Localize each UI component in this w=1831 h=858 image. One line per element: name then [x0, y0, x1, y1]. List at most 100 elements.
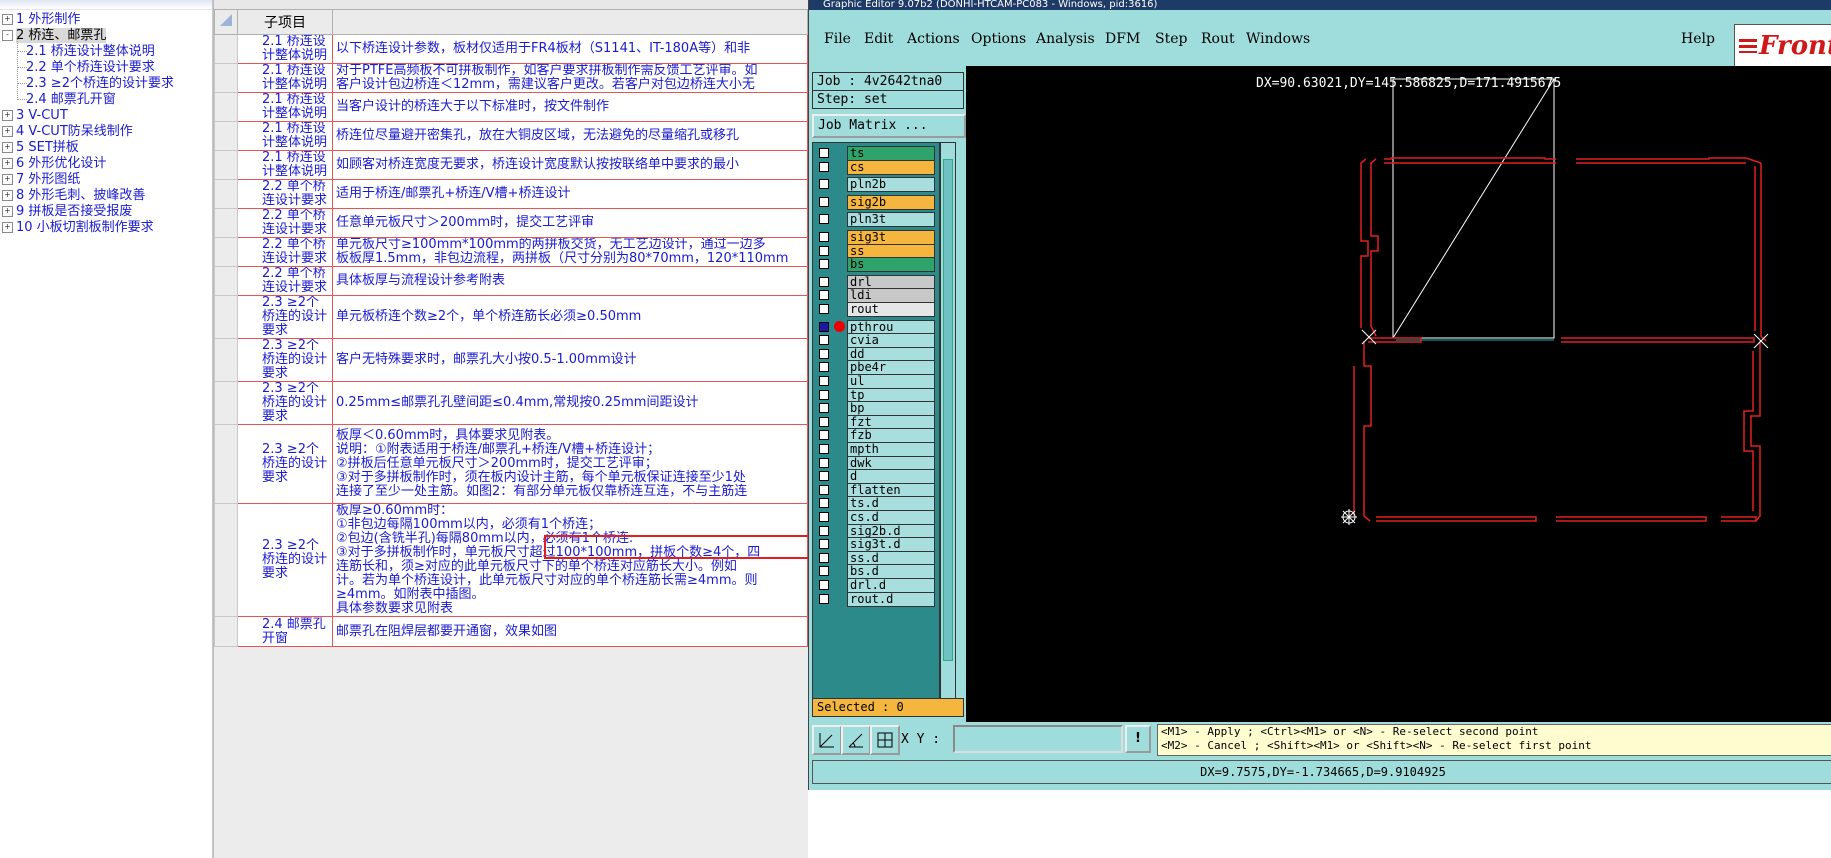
- item-cell[interactable]: 2.3 ≥2个桥连的设计要求: [237, 424, 333, 504]
- exclaim-button[interactable]: !: [1125, 725, 1151, 753]
- layer-checkbox[interactable]: [819, 552, 829, 563]
- table-row[interactable]: 2.1 桥连设计整体说明 如顾客对桥连宽度无要求，桥连设计宽度默认按按联络单中要求…: [214, 150, 808, 180]
- layer-row[interactable]: bp: [813, 401, 939, 417]
- row-header[interactable]: [214, 424, 238, 504]
- xy-input[interactable]: [953, 725, 1123, 753]
- menu-rout[interactable]: Rout: [1201, 31, 1235, 47]
- table-row[interactable]: 2.2 单个桥连设计要求 单元板尺寸≥100mm*100mm的两拼板交货，无工艺边…: [214, 237, 808, 267]
- layer-row[interactable]: sig3t.d: [813, 537, 939, 553]
- menu-help[interactable]: Help: [1681, 31, 1715, 47]
- column-header-item[interactable]: 子项目: [237, 9, 333, 35]
- menu-edit[interactable]: Edit: [864, 31, 893, 47]
- layer-row[interactable]: ldi: [813, 288, 939, 304]
- menu-step[interactable]: Step: [1155, 31, 1187, 47]
- layer-checkbox[interactable]: [819, 430, 829, 441]
- layer-checkbox[interactable]: [819, 498, 829, 509]
- tree-node[interactable]: +5 SET拼板: [2, 139, 79, 156]
- layer-name[interactable]: sig2b: [847, 194, 935, 210]
- expand-icon[interactable]: +: [2, 126, 13, 137]
- item-cell[interactable]: 2.2 单个桥连设计要求: [237, 266, 333, 296]
- item-cell[interactable]: 2.3 ≥2个桥连的设计要求: [237, 338, 333, 382]
- layer-checkbox[interactable]: [819, 348, 829, 359]
- content-cell[interactable]: 板厚＜0.60mm时，具体要求见附表。 说明：①附表适用于桥连/邮票孔+桥连/V槽…: [332, 424, 808, 504]
- layer-checkbox[interactable]: [819, 416, 829, 427]
- content-cell[interactable]: 单元板尺寸≥100mm*100mm的两拼板交货，无工艺边设计，通过一边多 板板厚1…: [332, 237, 808, 267]
- layer-row[interactable]: d: [813, 469, 939, 485]
- content-cell[interactable]: 对于PTFE高频板不可拼板制作，如客户要求拼板制作需反馈工艺评审。如 客户设计包边…: [332, 63, 808, 93]
- layer-row[interactable]: cvia: [813, 333, 939, 349]
- expand-icon[interactable]: +: [2, 158, 13, 169]
- table-row[interactable]: 2.2 单个桥连设计要求 任意单元板尺寸＞200mm时，提交工艺评审: [214, 208, 808, 238]
- tree-node[interactable]: +6 外形优化设计: [2, 155, 106, 172]
- content-cell[interactable]: 当客户设计的桥连大于以下标准时，按文件制作: [332, 92, 808, 122]
- row-header[interactable]: [214, 237, 238, 267]
- row-header[interactable]: [214, 150, 238, 180]
- layer-row[interactable]: ts: [813, 146, 939, 161]
- layer-row[interactable]: bs.d: [813, 564, 939, 580]
- item-cell[interactable]: 2.4 邮票孔开窗: [237, 616, 333, 647]
- layer-checkbox[interactable]: [819, 179, 829, 190]
- layer-checkbox[interactable]: [819, 276, 829, 287]
- content-cell[interactable]: 客户无特殊要求时，邮票孔大小按0.5-1.00mm设计: [332, 338, 808, 382]
- content-cell[interactable]: 以下桥连设计参数，板材仅适用于FR4板材（S1141、IT-180A等）和非: [332, 34, 808, 64]
- layer-row[interactable]: sig2b.d: [813, 523, 939, 539]
- layer-checkbox[interactable]: [819, 512, 829, 522]
- item-cell[interactable]: 2.3 ≥2个桥连的设计要求: [237, 503, 333, 617]
- layer-row[interactable]: flatten: [813, 482, 939, 498]
- content-cell[interactable]: 0.25mm≤邮票孔孔壁间距≤0.4mm,常规按0.25mm间距设计: [332, 381, 808, 425]
- table-row[interactable]: 2.3 ≥2个桥连的设计要求 单元板桥连个数≥2个，单个桥连筋长必须≥0.50mm: [214, 295, 808, 339]
- layer-row[interactable]: rout.d: [813, 591, 939, 607]
- grid-tool-button[interactable]: [870, 725, 900, 755]
- layer-row[interactable]: fzb: [813, 428, 939, 444]
- table-row[interactable]: 2.3 ≥2个桥连的设计要求 板厚≥0.60mm时： ①非包边每隔100mm以内，必…: [214, 503, 808, 617]
- layer-checkbox[interactable]: [819, 304, 829, 314]
- layer-name[interactable]: rout: [847, 302, 935, 317]
- layer-row[interactable]: cs: [813, 159, 939, 175]
- tree-node[interactable]: 2.2 单个桥连设计要求: [26, 59, 155, 76]
- layer-checkbox[interactable]: [819, 593, 829, 604]
- layer-row[interactable]: pln2b: [813, 177, 939, 193]
- expand-icon[interactable]: +: [2, 14, 13, 25]
- row-header[interactable]: [214, 503, 238, 617]
- layer-row[interactable]: fzt: [813, 414, 939, 430]
- layer-checkbox[interactable]: [819, 148, 829, 158]
- content-cell[interactable]: 具体板厚与流程设计参考附表: [332, 266, 808, 296]
- layer-row[interactable]: ts.d: [813, 496, 939, 512]
- column-header-content[interactable]: [332, 9, 808, 35]
- table-row[interactable]: 2.4 邮票孔开窗 邮票孔在阻焊层都要开通窗，效果如图: [214, 616, 808, 647]
- menu-file[interactable]: File: [824, 31, 851, 47]
- layer-checkbox[interactable]: [819, 232, 829, 242]
- row-header[interactable]: [214, 208, 238, 238]
- job-matrix-button[interactable]: Job Matrix ...: [812, 114, 966, 138]
- layer-checkbox[interactable]: [819, 335, 829, 346]
- expand-icon[interactable]: +: [2, 110, 13, 121]
- content-cell[interactable]: 单元板桥连个数≥2个，单个桥连筋长必须≥0.50mm: [332, 295, 808, 339]
- item-cell[interactable]: 2.3 ≥2个桥连的设计要求: [237, 295, 333, 339]
- item-cell[interactable]: 2.1 桥连设计整体说明: [237, 63, 333, 93]
- angle-tool-button[interactable]: [841, 725, 871, 755]
- table-row[interactable]: 2.1 桥连设计整体说明 以下桥连设计参数，板材仅适用于FR4板材（S1141、I…: [214, 34, 808, 64]
- layer-row[interactable]: dwk: [813, 455, 939, 471]
- tree-node[interactable]: 2.3 ≥2个桥连的设计要求: [26, 75, 174, 92]
- layer-scrollbar[interactable]: [940, 142, 956, 704]
- menu-analysis[interactable]: Analysis: [1036, 31, 1095, 47]
- layer-checkbox[interactable]: [819, 539, 829, 550]
- row-header[interactable]: [214, 266, 238, 296]
- row-header[interactable]: [214, 92, 238, 122]
- item-cell[interactable]: 2.1 桥连设计整体说明: [237, 150, 333, 180]
- layer-checkbox[interactable]: [819, 321, 829, 332]
- layer-row[interactable]: bs: [813, 257, 939, 273]
- layer-row[interactable]: sig3t: [813, 230, 939, 245]
- row-header[interactable]: [214, 338, 238, 382]
- layer-row[interactable]: ss: [813, 243, 939, 259]
- content-cell[interactable]: 任意单元板尺寸＞200mm时，提交工艺评审: [332, 208, 808, 238]
- table-row[interactable]: 2.2 单个桥连设计要求 具体板厚与流程设计参考附表: [214, 266, 808, 296]
- layer-row[interactable]: rout: [813, 302, 939, 317]
- table-row[interactable]: 2.1 桥连设计整体说明 桥连位尽量避开密集孔，放在大铜皮区域，无法避免的尽量缩孔…: [214, 121, 808, 151]
- tree-node[interactable]: 2.4 邮票孔开窗: [26, 91, 116, 108]
- row-header[interactable]: [214, 295, 238, 339]
- menu-windows[interactable]: Windows: [1246, 31, 1310, 47]
- layer-checkbox[interactable]: [819, 457, 829, 468]
- layer-row[interactable]: ss.d: [813, 550, 939, 566]
- snap-tool-button[interactable]: [812, 725, 842, 755]
